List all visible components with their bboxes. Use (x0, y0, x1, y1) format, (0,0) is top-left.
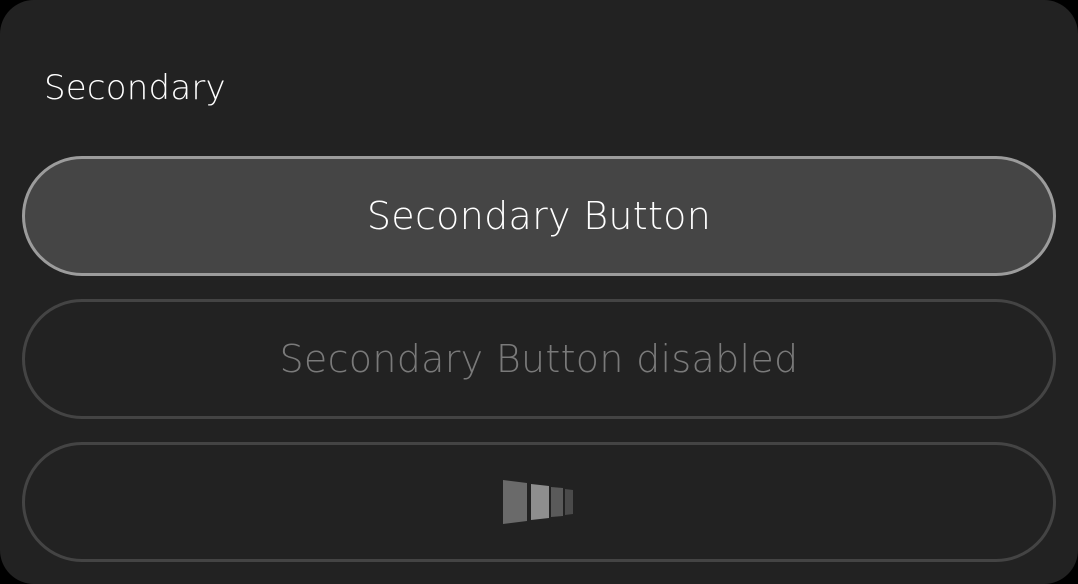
secondary-button-loading[interactable] (22, 442, 1056, 562)
secondary-button[interactable]: Secondary Button (22, 156, 1056, 276)
secondary-button-disabled: Secondary Button disabled (22, 299, 1056, 419)
secondary-button-disabled-label: Secondary Button disabled (279, 337, 799, 381)
loading-bars-icon (503, 480, 573, 524)
loading-bar-2 (531, 484, 549, 520)
loading-bar-4 (565, 489, 573, 515)
loading-bar-1 (503, 480, 527, 524)
loading-bar-3 (551, 487, 563, 517)
secondary-buttons-card: Secondary Secondary Button Secondary But… (0, 0, 1078, 584)
section-title: Secondary (44, 68, 226, 108)
secondary-button-label: Secondary Button (366, 194, 712, 238)
